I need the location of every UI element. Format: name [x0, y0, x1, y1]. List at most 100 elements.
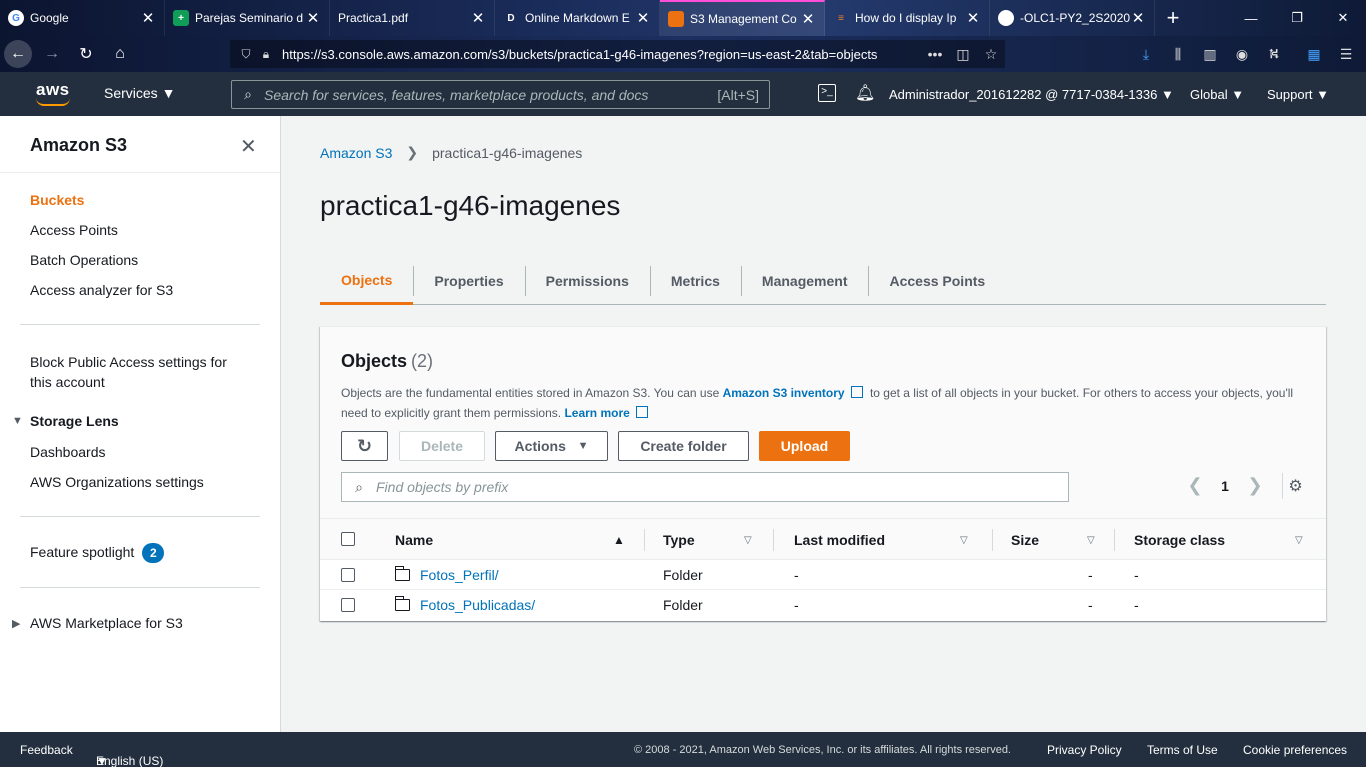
delete-button[interactable]: Delete — [399, 431, 485, 461]
close-tab-icon[interactable]: ✕ — [635, 9, 651, 27]
close-tab-icon[interactable]: ✕ — [965, 9, 981, 27]
terms-of-use-link[interactable]: Terms of Use — [1147, 743, 1218, 757]
tab-properties[interactable]: Properties — [413, 258, 524, 304]
download-icon[interactable]: ⤓ — [1134, 42, 1158, 66]
new-tab-icon[interactable]: + — [1155, 0, 1191, 36]
extension-icon[interactable]: ⛕ — [1262, 42, 1286, 66]
url-text[interactable]: https://s3.console.aws.amazon.com/s3/buc… — [276, 47, 921, 62]
sort-icon[interactable]: ▽ — [744, 535, 752, 546]
sort-icon[interactable]: ▽ — [1295, 535, 1303, 546]
sidebar-item-aws-organizations[interactable]: AWS Organizations settings — [30, 474, 204, 490]
sidebar-item-access-analyzer[interactable]: Access analyzer for S3 — [30, 282, 173, 298]
cookie-preferences-link[interactable]: Cookie preferences — [1243, 743, 1347, 757]
url-bar[interactable]: ⛉ 🔒︎ https://s3.console.aws.amazon.com/s… — [230, 40, 1005, 68]
sidebar-item-aws-marketplace[interactable]: ▶ AWS Marketplace for S3 — [12, 615, 183, 631]
object-size-cell: - — [1088, 597, 1093, 613]
notifications-bell-icon[interactable]: 🔔︎ — [855, 83, 875, 103]
sidebar-item-access-points[interactable]: Access Points — [30, 222, 118, 238]
search-shortcut: [Alt+S] — [717, 86, 759, 103]
minimize-icon[interactable]: — — [1228, 0, 1274, 36]
column-storage-class[interactable]: Storage class ▽ — [1134, 519, 1314, 561]
services-menu[interactable]: Services ▼ — [104, 85, 175, 101]
close-sidebar-icon[interactable]: ✕ — [240, 134, 257, 159]
close-tab-icon[interactable]: ✕ — [800, 10, 816, 28]
sidebar-section-storage-lens[interactable]: ▼ Storage Lens — [12, 413, 119, 429]
page-number[interactable]: 1 — [1210, 478, 1240, 494]
select-all-checkbox[interactable] — [341, 532, 355, 546]
table-row[interactable]: Fotos_Publicadas/ Folder - - - — [320, 590, 1326, 620]
tab-objects[interactable]: Objects — [320, 258, 414, 305]
column-type[interactable]: Type ▽ — [663, 519, 753, 561]
extensions-grid-icon[interactable]: ▦ — [1302, 42, 1326, 66]
menu-icon[interactable]: ☰ — [1334, 42, 1358, 66]
object-name-link[interactable]: Fotos_Publicadas/ — [420, 597, 535, 613]
cloudshell-icon[interactable]: >_ — [818, 84, 836, 102]
tab-access-points[interactable]: Access Points — [868, 258, 1006, 304]
account-menu[interactable]: Administrador_201612282 @ 7717-0384-1336… — [889, 87, 1174, 102]
object-name-cell: Fotos_Publicadas/ — [394, 590, 535, 620]
tab-title: -OLC1-PY2_2S2020 — [1020, 11, 1130, 25]
shield-icon[interactable]: ⛉ — [236, 47, 256, 62]
reload-icon[interactable]: ↻ — [70, 38, 102, 70]
home-icon[interactable]: ⌂ — [104, 38, 136, 70]
library-icon[interactable]: ⫼ — [1166, 42, 1190, 66]
region-menu[interactable]: Global ▼ — [1190, 87, 1244, 102]
close-tab-icon[interactable]: ✕ — [1130, 9, 1146, 27]
browser-tab-pdf[interactable]: Practica1.pdf ✕ — [330, 0, 495, 36]
browser-tab-markdown[interactable]: D Online Markdown E ✕ — [495, 0, 660, 36]
close-tab-icon[interactable]: ✕ — [470, 9, 486, 27]
sidebar-item-buckets[interactable]: Buckets — [30, 192, 84, 208]
privacy-policy-link[interactable]: Privacy Policy — [1047, 743, 1122, 757]
actions-button[interactable]: Actions ▼ — [495, 431, 608, 461]
browser-tab-stackoverflow[interactable]: ≡ How do I display Ip ✕ — [825, 0, 990, 36]
create-folder-button[interactable]: Create folder — [618, 431, 749, 461]
browser-tab-google[interactable]: G Google ✕ — [0, 0, 165, 36]
column-size[interactable]: Size ▽ — [1011, 519, 1101, 561]
pocket-icon[interactable]: ◫ — [949, 46, 977, 63]
breadcrumb-amazon-s3[interactable]: Amazon S3 — [320, 145, 392, 161]
sidebar-item-feature-spotlight[interactable]: Feature spotlight 2 — [30, 543, 165, 563]
lock-icon[interactable]: 🔒︎ — [256, 47, 276, 62]
close-window-icon[interactable]: ✕ — [1320, 0, 1366, 36]
column-last-modified[interactable]: Last modified ▽ — [794, 519, 974, 561]
forward-button[interactable]: → — [36, 38, 68, 70]
tab-permissions[interactable]: Permissions — [524, 258, 650, 304]
chevron-right-icon[interactable]: ❯ — [1240, 475, 1270, 496]
restore-icon[interactable]: ❐ — [1274, 0, 1320, 36]
back-button[interactable]: ← — [2, 38, 34, 70]
sort-icon[interactable]: ▽ — [960, 535, 968, 546]
close-tab-icon[interactable]: ✕ — [305, 9, 321, 27]
row-checkbox[interactable] — [341, 568, 355, 582]
sidebar-item-dashboards[interactable]: Dashboards — [30, 444, 106, 460]
aws-search-input[interactable]: ⌕ Search for services, features, marketp… — [231, 80, 770, 109]
sort-ascending-icon[interactable]: ▲ — [613, 533, 625, 547]
object-name-link[interactable]: Fotos_Perfil/ — [420, 567, 499, 583]
close-tab-icon[interactable]: ✕ — [140, 9, 156, 27]
aws-logo[interactable]: aws — [36, 80, 70, 106]
column-name[interactable]: Name ▲ — [395, 519, 625, 561]
refresh-button[interactable]: ↻ — [341, 431, 388, 461]
upload-button[interactable]: Upload — [759, 431, 850, 461]
row-checkbox[interactable] — [341, 598, 355, 612]
browser-tab-github[interactable]: -OLC1-PY2_2S2020 ✕ — [990, 0, 1155, 36]
feedback-link[interactable]: Feedback — [20, 743, 73, 757]
preferences-gear-icon[interactable]: ⚙ — [1282, 473, 1308, 499]
bookmark-star-icon[interactable]: ☆ — [977, 46, 1005, 63]
table-row[interactable]: Fotos_Perfil/ Folder - - - — [320, 560, 1326, 590]
feature-spotlight-label: Feature spotlight — [30, 544, 135, 560]
tab-management[interactable]: Management — [740, 258, 869, 304]
chevron-left-icon[interactable]: ❮ — [1180, 475, 1210, 496]
browser-tab-parejas[interactable]: + Parejas Seminario d ✕ — [165, 0, 330, 36]
account-icon[interactable]: ◉ — [1230, 42, 1254, 66]
browser-tab-s3[interactable]: S3 Management Co ✕ — [660, 0, 825, 36]
sidebar-item-batch-operations[interactable]: Batch Operations — [30, 252, 138, 268]
more-actions-icon[interactable]: ••• — [921, 46, 949, 62]
learn-more-link[interactable]: Learn more — [564, 406, 629, 420]
tab-metrics[interactable]: Metrics — [649, 258, 741, 304]
sidebar-toggle-icon[interactable]: ▥ — [1198, 42, 1222, 66]
support-menu[interactable]: Support ▼ — [1267, 87, 1329, 102]
s3-inventory-link[interactable]: Amazon S3 inventory — [723, 386, 845, 400]
find-objects-input[interactable]: ⌕ Find objects by prefix — [341, 472, 1069, 502]
sidebar-item-block-public-access[interactable]: Block Public Access settings for this ac… — [30, 352, 250, 392]
sort-icon[interactable]: ▽ — [1087, 535, 1095, 546]
